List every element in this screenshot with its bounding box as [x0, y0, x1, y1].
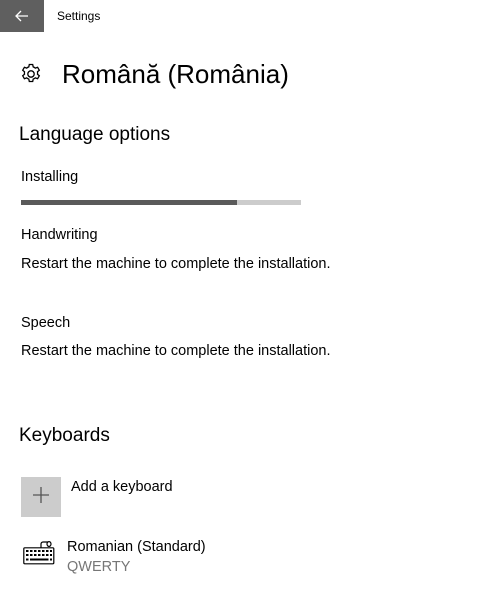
keyboard-name: Romanian (Standard): [67, 539, 206, 555]
back-button[interactable]: [0, 0, 44, 32]
keyboard-layout: QWERTY: [67, 559, 131, 575]
language-options-heading: Language options: [19, 124, 171, 145]
installing-label: Installing: [21, 169, 79, 185]
speech-label: Speech: [21, 315, 71, 331]
keyboard-icon: [23, 541, 55, 565]
app-title: Settings: [57, 9, 101, 23]
add-keyboard-label[interactable]: Add a keyboard: [71, 479, 173, 495]
install-progress-fill: [21, 200, 237, 205]
page-heading: Română (România): [19, 56, 289, 92]
title-bar: Settings: [0, 0, 478, 32]
keyboard-item[interactable]: Romanian (Standard) QWERTY: [21, 537, 341, 581]
plus-icon: [32, 486, 50, 509]
back-arrow-icon: [15, 10, 29, 22]
handwriting-status: Restart the machine to complete the inst…: [21, 256, 331, 272]
page-title: Română (România): [62, 58, 289, 89]
keyboards-heading: Keyboards: [19, 425, 110, 446]
speech-status: Restart the machine to complete the inst…: [21, 343, 331, 359]
gear-icon: [19, 62, 43, 86]
add-keyboard-button[interactable]: [21, 477, 61, 517]
settings-window: Settings Română (România) Language optio…: [0, 0, 478, 608]
install-progress-bar: [21, 200, 301, 205]
handwriting-label: Handwriting: [21, 227, 98, 243]
